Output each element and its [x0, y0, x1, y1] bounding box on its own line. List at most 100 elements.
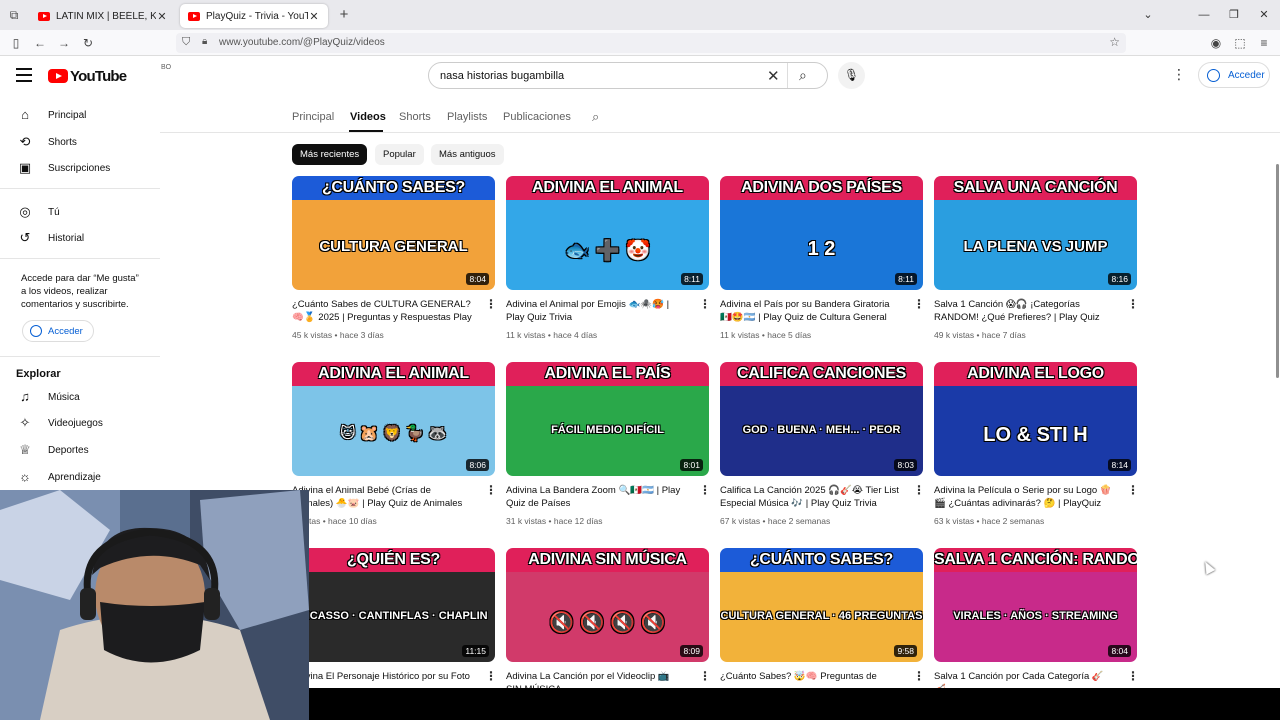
forward-icon[interactable]: → [55, 34, 73, 52]
menu-icon[interactable]: ≡ [1255, 34, 1273, 52]
video-more-actions-icon[interactable]: ⋮ [699, 297, 711, 311]
account-icon[interactable]: ◉ [1207, 34, 1225, 52]
address-bar[interactable]: ⛉ 🔒︎ www.youtube.com/@PlayQuiz/videos ☆ [176, 33, 1126, 53]
video-thumbnail[interactable]: CALIFICA CANCIONES GOD · BUENA · MEH... ·… [720, 362, 923, 476]
video-thumbnail[interactable]: ¿CUÁNTO SABES? CULTURA GENERAL 8:04 [292, 176, 495, 290]
tab-playlists[interactable]: Playlists [447, 111, 487, 123]
youtube-logo[interactable]: YouTube BO [48, 64, 171, 86]
video-thumbnail[interactable]: SALVA 1 CANCIÓN: RANDOM VIRALES · AÑOS · … [934, 548, 1137, 662]
voice-search-mic-icon[interactable]: 🎙︎ [838, 62, 865, 89]
video-thumbnail[interactable]: ADIVINA EL LOGO LO & STI H 8:14 [934, 362, 1137, 476]
url-text[interactable]: www.youtube.com/@PlayQuiz/videos [219, 37, 385, 48]
sidebar-item-suscripciones[interactable]: ▣ Suscripciones [0, 155, 160, 181]
video-more-actions-icon[interactable]: ⋮ [1127, 669, 1139, 683]
chip-popular[interactable]: Popular [375, 144, 424, 165]
video-more-actions-icon[interactable]: ⋮ [485, 297, 497, 311]
close-tab-icon[interactable]: ✕ [156, 10, 168, 23]
sidebar-toggle-icon[interactable]: ▯ [7, 34, 25, 52]
tab-publicaciones[interactable]: Publicaciones [503, 111, 571, 123]
guide-menu-icon[interactable] [16, 68, 32, 82]
search-input[interactable]: nasa historias bugambilla [440, 70, 564, 82]
music-note-icon: ♫ [20, 389, 30, 404]
channel-search-icon[interactable]: ⌕ [592, 109, 599, 125]
bookmark-star-icon[interactable]: ☆ [1109, 35, 1120, 49]
sidebar-item-videojuegos[interactable]: ✧ Videojuegos [0, 410, 160, 436]
video-more-actions-icon[interactable]: ⋮ [913, 669, 925, 683]
video-more-actions-icon[interactable]: ⋮ [1127, 483, 1139, 497]
video-thumbnail[interactable]: ADIVINA EL PAÍS FÁCIL MEDIO DIFÍCIL 8:01 [506, 362, 709, 476]
tab-list-icon[interactable]: ⧉ [6, 7, 22, 23]
video-title[interactable]: Adivina El Personaje Histórico por su Fo… [292, 670, 472, 683]
video-more-actions-icon[interactable]: ⋮ [1127, 297, 1139, 311]
view-count: 63 k vistas [934, 516, 975, 526]
sidebar-item-aprendizaje[interactable]: ☼ Aprendizaje [0, 464, 160, 490]
sidebar-divider [0, 188, 160, 189]
video-title[interactable]: Adivina la Película o Serie por su Logo … [934, 484, 1114, 510]
shorts-icon: ⟲ [19, 134, 31, 149]
video-thumbnail[interactable]: ¿QUIÉN ES? PICASSO · CANTINFLAS · CHAPLIN… [292, 548, 495, 662]
video-title[interactable]: ¿Cuánto Sabes de CULTURA GENERAL? 🧠🏅 202… [292, 298, 472, 324]
video-title[interactable]: Adivina el Animal Bebé (Crías de animale… [292, 484, 472, 510]
clear-search-icon[interactable]: ✕ [767, 67, 780, 85]
video-thumbnail[interactable]: ADIVINA EL ANIMAL 🐟 ➕ 🤡 8:11 [506, 176, 709, 290]
meta-separator: • [546, 516, 554, 526]
video-more-actions-icon[interactable]: ⋮ [699, 669, 711, 683]
sidebar-item-historial[interactable]: ↺ Historial [0, 225, 160, 251]
video-title[interactable]: Salva 1 Canción 😱🎧 ¡Categorías RANDOM! ¿… [934, 298, 1114, 324]
sidebar-item-musica[interactable]: ♫ Música [0, 384, 160, 410]
search-box[interactable]: nasa historias bugambilla ✕ ⌕ [428, 62, 828, 89]
video-more-actions-icon[interactable]: ⋮ [485, 669, 497, 683]
sidebar-signin-button[interactable]: Acceder [22, 320, 94, 342]
video-title[interactable]: Adivina el País por su Bandera Giratoria… [720, 298, 900, 324]
signin-button[interactable]: Acceder [1198, 62, 1270, 88]
close-window-icon[interactable]: ✕ [1255, 6, 1273, 24]
browser-tab-playquiz[interactable]: PlayQuiz - Trivia - YouTube ✕ [180, 4, 328, 28]
list-all-tabs-icon[interactable]: ⌄ [1139, 6, 1157, 24]
video-title[interactable]: Adivina La Bandera Zoom 🔍🇲🇽🇦🇷 | Play Qui… [506, 484, 686, 510]
thumbnail-text: CULTURA GENERAL [319, 238, 468, 255]
maximize-icon[interactable]: ❐ [1225, 6, 1243, 24]
search-icon[interactable]: ⌕ [799, 67, 807, 84]
chip-mas-antiguos[interactable]: Más antiguos [431, 144, 504, 165]
youtube-favicon-icon [188, 11, 200, 21]
sidebar-item-tu[interactable]: ◎ Tú [0, 199, 160, 225]
video-more-actions-icon[interactable]: ⋮ [485, 483, 497, 497]
lock-icon[interactable]: 🔒︎ [202, 36, 207, 47]
settings-more-icon[interactable]: ⋮ [1172, 66, 1186, 83]
sidebar-item-deportes[interactable]: ♕ Deportes [0, 437, 160, 463]
browser-tab-latin-mix[interactable]: LATIN MIX | BEÉLE, KAPO, OZUNA ✕ [30, 4, 176, 28]
video-thumbnail[interactable]: ADIVINA DOS PAÍSES 1 2 8:11 [720, 176, 923, 290]
video-title[interactable]: Adivina el Animal por Emojis 🐟🕷️🥵 | Play… [506, 298, 686, 324]
video-duration: 11:15 [462, 645, 489, 657]
thumbnail-text: LO & STI H [983, 424, 1088, 446]
signin-prompt: Accede para dar “Me gusta” a los videos,… [21, 273, 139, 310]
thumbnail-title: ADIVINA SIN MÚSICA [528, 551, 687, 568]
reload-icon[interactable]: ↻ [79, 34, 97, 52]
tab-principal[interactable]: Principal [292, 111, 334, 123]
extensions-icon[interactable]: ⬚ [1231, 34, 1249, 52]
video-thumbnail[interactable]: SALVA UNA CANCIÓN LA PLENA VS JUMP 8:16 [934, 176, 1137, 290]
sidebar-item-principal[interactable]: ⌂ Principal [0, 102, 160, 128]
video-thumbnail[interactable]: ¿CUÁNTO SABES? CULTURA GENERAL · 46 PREGU… [720, 548, 923, 662]
video-title[interactable]: ¿Cuánto Sabes? 🤯🧠 Preguntas de [720, 670, 900, 683]
chip-mas-recientes[interactable]: Más recientes [292, 144, 368, 165]
close-tab-icon[interactable]: ✕ [308, 10, 320, 23]
video-more-actions-icon[interactable]: ⋮ [699, 483, 711, 497]
video-more-actions-icon[interactable]: ⋮ [913, 483, 925, 497]
video-title[interactable]: Califica La Canción 2025 🎧🎸😭 Tier List E… [720, 484, 900, 510]
new-tab-icon[interactable]: + [336, 6, 352, 24]
video-thumbnail[interactable]: ADIVINA EL ANIMAL 🐱 🐹 🦁 🦆 🦝 8:06 [292, 362, 495, 476]
scrollbar-thumb[interactable] [1276, 164, 1279, 378]
video-meta: 67 k vistas • hace 2 semanas [720, 516, 830, 526]
tab-videos[interactable]: Videos [350, 111, 386, 123]
thumbnail-text: CULTURA GENERAL · 46 PREGUNTAS [720, 610, 923, 622]
sidebar-item-shorts[interactable]: ⟲ Shorts [0, 129, 160, 155]
video-thumbnail[interactable]: ADIVINA SIN MÚSICA 🔇 🔇 🔇 🔇 8:09 [506, 548, 709, 662]
view-count: 67 k vistas [720, 516, 761, 526]
back-icon[interactable]: ← [31, 34, 49, 52]
signin-label: Acceder [48, 325, 83, 337]
video-more-actions-icon[interactable]: ⋮ [913, 297, 925, 311]
minimize-icon[interactable]: — [1195, 6, 1213, 24]
tab-shorts[interactable]: Shorts [399, 111, 431, 123]
shield-icon[interactable]: ⛉ [182, 36, 190, 49]
